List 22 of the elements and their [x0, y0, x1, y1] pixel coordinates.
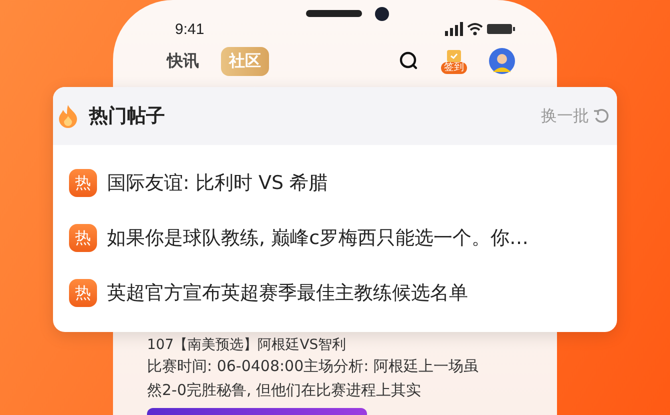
post-body: 比赛时间: 06-0408:00主场分析: 阿根廷上一场虽然2-0完胜秘鲁, 但他们在比赛进程上其实 — [147, 356, 480, 401]
refresh-icon — [593, 108, 609, 124]
card-title: 热门帖子 — [89, 104, 165, 129]
wifi-icon — [467, 22, 483, 36]
calendar-icon — [446, 48, 462, 62]
signal-icon — [445, 22, 463, 36]
hot-badge: 热 — [69, 224, 97, 252]
post-link[interactable]: 国际友谊: 比利时 VS 希腊 — [107, 170, 328, 196]
status-time: 9:41 — [175, 20, 204, 38]
flame-icon — [57, 104, 79, 128]
speaker-notch — [306, 10, 362, 17]
battery-icon — [487, 24, 515, 34]
post-title: 107【南美预选】阿根廷VS智利 — [147, 336, 348, 354]
hot-badge: 热 — [69, 279, 97, 307]
nav-tab[interactable]: 快讯 — [159, 46, 207, 76]
camera-dot — [375, 7, 389, 21]
search-icon[interactable] — [399, 51, 419, 71]
checkin-label: 签到 — [441, 62, 467, 74]
post-link[interactable]: 如果你是球队教练, 巅峰c罗梅西只能选一个。你… — [107, 225, 529, 251]
avatar-icon[interactable] — [489, 48, 515, 74]
post-link[interactable]: 英超官方宣布英超赛季最佳主教练候选名单 — [107, 280, 468, 306]
hot-badge: 热 — [69, 169, 97, 197]
